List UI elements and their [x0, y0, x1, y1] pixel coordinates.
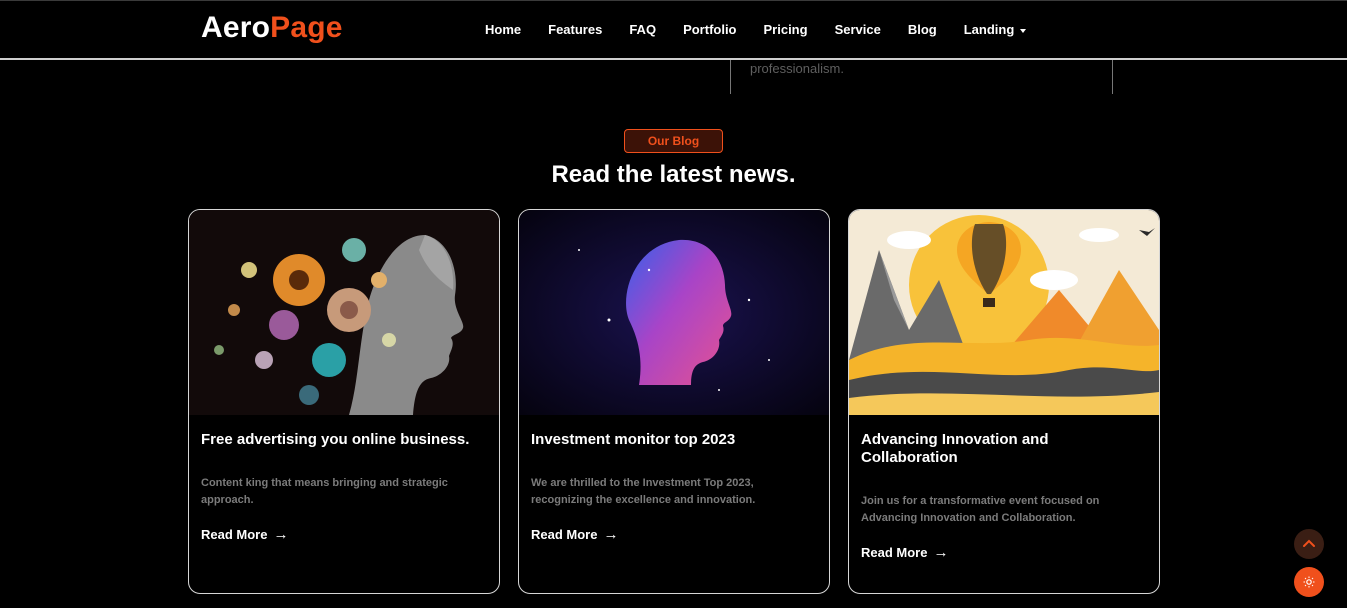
nav-features[interactable]: Features [548, 22, 602, 37]
read-more-label: Read More [531, 527, 598, 542]
blog-card: Free advertising you online business. Co… [188, 209, 500, 594]
section-heading: Read the latest news. [551, 161, 796, 188]
blog-card-title[interactable]: Investment monitor top 2023 [531, 431, 816, 449]
blog-card-excerpt: Content king that means bringing and str… [201, 477, 448, 506]
theme-toggle-button[interactable] [1294, 567, 1324, 597]
nav-pricing[interactable]: Pricing [764, 22, 808, 37]
nav-portfolio[interactable]: Portfolio [683, 22, 736, 37]
blog-card: Advancing Innovation and Collaboration J… [848, 209, 1160, 594]
section-badge: Our Blog [624, 129, 723, 153]
balloon-landscape-image [849, 210, 1159, 415]
nav-home[interactable]: Home [485, 22, 521, 37]
blog-card-excerpt: Join us for a transformative event focus… [861, 495, 1100, 524]
arrow-right-icon: → [603, 526, 619, 543]
brand-logo[interactable]: AeroPage [201, 11, 343, 45]
nav-service[interactable]: Service [835, 22, 881, 37]
read-more-link[interactable]: Read More → [201, 526, 288, 543]
blog-card: Investment monitor top 2023 We are thril… [518, 209, 830, 594]
arrow-right-icon: → [273, 526, 289, 543]
cosmic-head-image [519, 210, 829, 415]
nav-faq[interactable]: FAQ [629, 22, 656, 37]
main-nav: Home Features FAQ Portfolio Pricing Serv… [485, 1, 1053, 58]
brand-part-2: Page [270, 11, 343, 44]
read-more-label: Read More [861, 545, 928, 560]
site-header: AeroPage Home Features FAQ Portfolio Pri… [0, 1, 1347, 60]
blog-card-title[interactable]: Free advertising you online business. [201, 431, 486, 449]
scroll-top-button[interactable] [1294, 529, 1324, 559]
blog-card-image[interactable] [849, 210, 1159, 415]
nav-blog[interactable]: Blog [908, 22, 937, 37]
blog-card-image[interactable] [189, 210, 499, 415]
caret-down-icon [1020, 28, 1027, 33]
previous-section-text: professionalism. [750, 61, 844, 76]
brand-part-1: Aero [201, 11, 271, 44]
blog-card-excerpt: We are thrilled to the Investment Top 20… [531, 477, 756, 506]
blog-card-title[interactable]: Advancing Innovation and Collaboration [861, 431, 1146, 467]
floral-portrait-image [189, 210, 499, 415]
read-more-link[interactable]: Read More → [531, 526, 618, 543]
previous-section-card: professionalism. [730, 58, 1113, 94]
arrow-right-icon: → [933, 544, 949, 561]
sun-icon [1303, 576, 1315, 588]
chevron-up-icon [1303, 539, 1315, 547]
blog-card-image[interactable] [519, 210, 829, 415]
read-more-link[interactable]: Read More → [861, 544, 948, 561]
nav-landing-label: Landing [963, 22, 1015, 37]
read-more-label: Read More [201, 527, 268, 542]
nav-landing-dropdown[interactable]: Landing [964, 22, 1027, 37]
